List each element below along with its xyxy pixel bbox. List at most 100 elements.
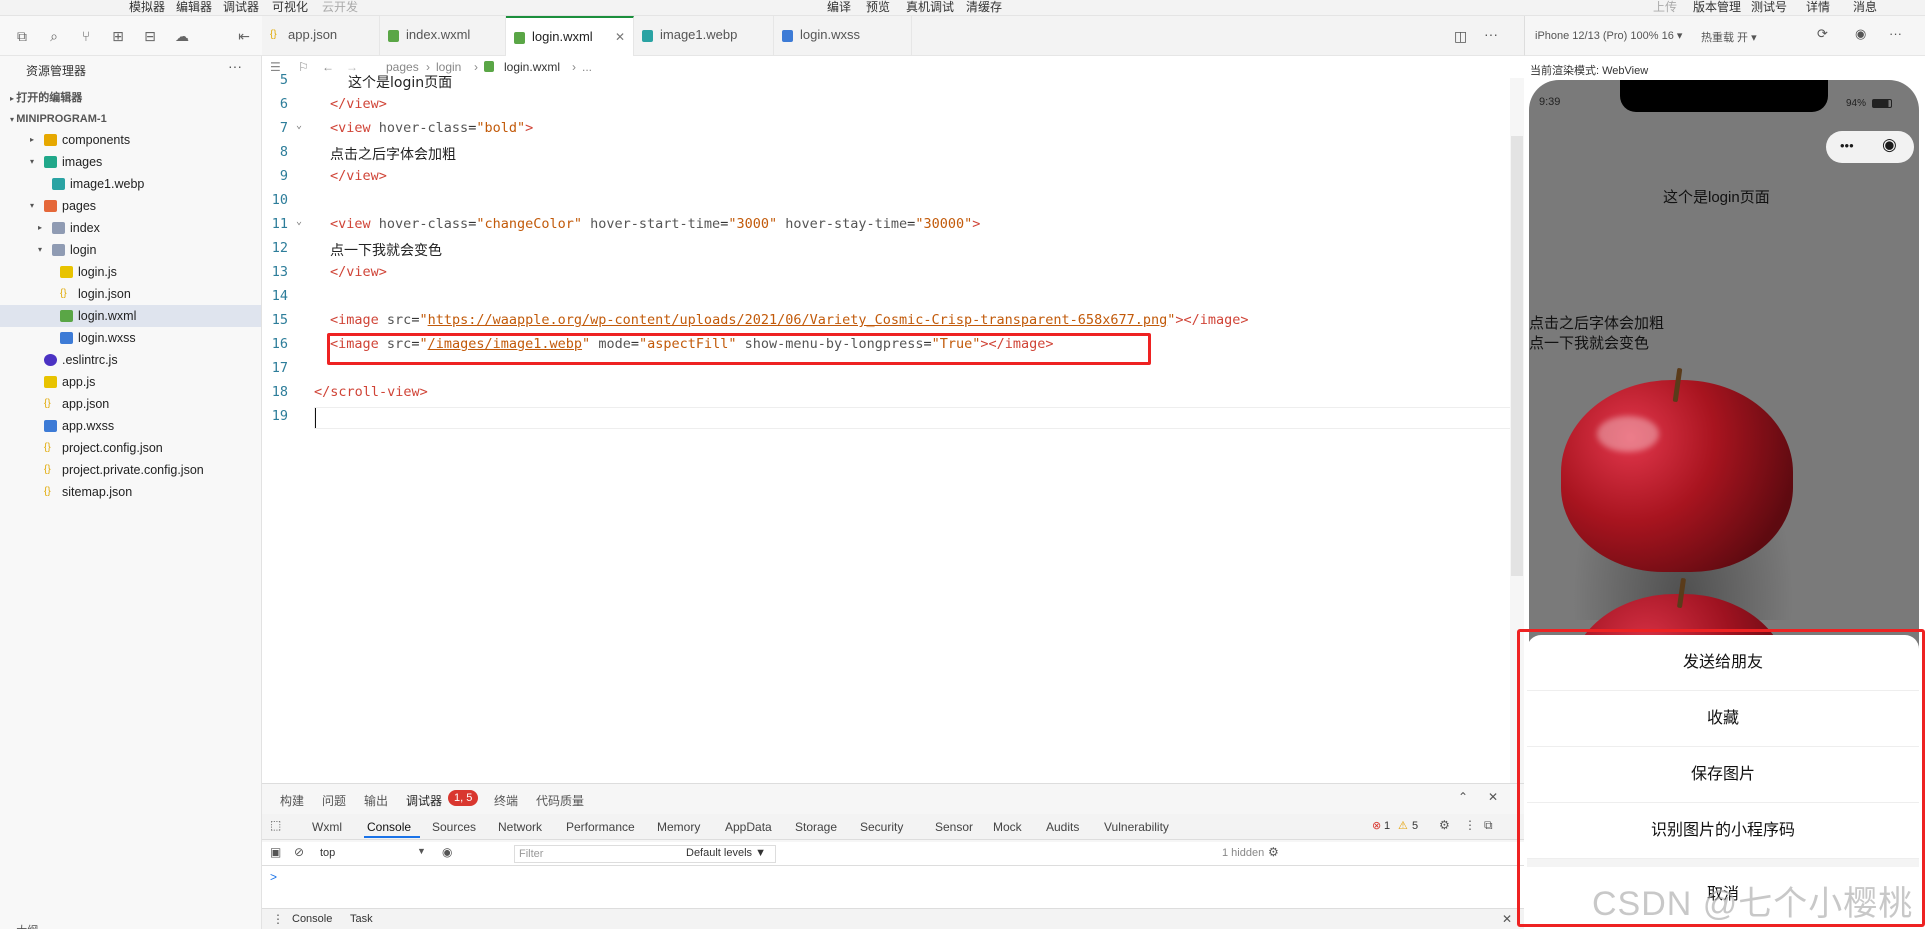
messages-button[interactable]: 消息 <box>1853 0 1877 14</box>
chevron-down-icon[interactable]: ▾ <box>30 195 34 217</box>
tab-index-wxml[interactable]: index.wxml <box>380 16 506 55</box>
bookmark-icon[interactable]: ⚐ <box>298 60 309 74</box>
tree-item-login-js[interactable]: login.js <box>0 261 261 283</box>
chevron-right-icon[interactable]: ▸ <box>38 217 42 239</box>
tab-build[interactable]: 构建 <box>280 792 304 809</box>
tab-appdata[interactable]: AppData <box>725 820 772 834</box>
gear-icon[interactable]: ⚙ <box>1439 818 1450 832</box>
tab-sensor[interactable]: Sensor <box>935 820 973 834</box>
crumb-file[interactable]: login.wxml <box>504 60 560 74</box>
split-editor-icon[interactable]: ◫ <box>1454 28 1467 45</box>
tree-item-components[interactable]: ▸ components <box>0 129 261 151</box>
back-icon[interactable]: ← <box>322 60 334 74</box>
refresh-icon[interactable]: ⟳ <box>1817 26 1828 42</box>
inspect-icon[interactable]: ⬚ <box>270 818 281 832</box>
close-icon[interactable]: ✕ <box>1502 912 1512 926</box>
extensions-icon[interactable]: ⊞ <box>110 28 126 44</box>
tab-security[interactable]: Security <box>860 820 903 834</box>
crumb-more[interactable]: ... <box>582 60 592 74</box>
tree-item-login-wxss[interactable]: login.wxss <box>0 327 261 349</box>
testid-button[interactable]: 测试号 <box>1751 0 1787 14</box>
collapse-icon[interactable]: ⇤ <box>236 28 252 44</box>
drawer-tab-task[interactable]: Task <box>350 913 373 925</box>
preview-button[interactable]: 预览 <box>866 0 890 14</box>
record-icon[interactable]: ◉ <box>1855 26 1866 42</box>
menu-cloud[interactable]: 云开发 <box>322 0 358 14</box>
open-editors-section[interactable]: ▸ 打开的编辑器 <box>10 89 82 105</box>
outline-section[interactable]: ▸ 大纲 <box>10 922 38 929</box>
close-icon[interactable]: ✕ <box>615 18 625 56</box>
tree-item-project-config-json[interactable]: {} project.config.json <box>0 437 261 459</box>
chevron-down-icon[interactable]: ▼ <box>417 846 426 856</box>
context-select[interactable]: top <box>320 847 335 859</box>
menu-editor[interactable]: 编辑器 <box>176 0 212 14</box>
tab-mock[interactable]: Mock <box>993 820 1022 834</box>
tab-wxml[interactable]: Wxml <box>312 820 342 834</box>
tab-network[interactable]: Network <box>498 820 542 834</box>
chevron-right-icon[interactable]: ▸ <box>30 129 34 151</box>
tree-item-images[interactable]: ▾ images <box>0 151 261 173</box>
tab-memory[interactable]: Memory <box>657 820 700 834</box>
tree-item--eslintrc-js[interactable]: .eslintrc.js <box>0 349 261 371</box>
tab-debugger[interactable]: 调试器 <box>406 792 442 809</box>
tab-login-wxml[interactable]: login.wxml ✕ <box>506 16 634 56</box>
tab-storage[interactable]: Storage <box>795 820 837 834</box>
tab-image1-webp[interactable]: image1.webp <box>634 16 774 55</box>
levels-dropdown[interactable]: Default levels ▼ <box>686 847 766 859</box>
fold-chevron-icon[interactable]: ⌄ <box>296 216 302 227</box>
compile-button[interactable]: 编译 <box>827 0 851 14</box>
more-actions-icon[interactable]: ··· <box>1484 26 1498 42</box>
details-button[interactable]: 详情 <box>1806 0 1830 14</box>
undock-icon[interactable]: ⧉ <box>1484 818 1493 833</box>
more-icon[interactable]: ··· <box>228 58 242 74</box>
color-change-text[interactable]: 点一下我就会变色 <box>1529 332 1649 353</box>
tree-item-sitemap-json[interactable]: {} sitemap.json <box>0 481 261 503</box>
tab-output[interactable]: 输出 <box>364 792 388 809</box>
upload-button[interactable]: 上传 <box>1653 0 1677 14</box>
tab-problems[interactable]: 问题 <box>322 792 346 809</box>
code-editor[interactable]: 5 6 7 8 9 10 11 12 13 14 15 16 17 18 19 … <box>262 72 1512 783</box>
version-button[interactable]: 版本管理 <box>1693 0 1741 14</box>
chevron-down-icon[interactable]: ▾ <box>30 151 34 173</box>
tab-audits[interactable]: Audits <box>1046 820 1079 834</box>
apple-image[interactable] <box>1561 380 1793 572</box>
tree-item-login-wxml[interactable]: login.wxml <box>0 305 261 327</box>
cloud-icon[interactable]: ☁ <box>174 28 190 44</box>
editor-scrollbar-thumb[interactable] <box>1511 136 1523 576</box>
tree-item-project-private-config-json[interactable]: {} project.private.config.json <box>0 459 261 481</box>
eye-icon[interactable]: ◉ <box>442 845 452 859</box>
menu-debugger[interactable]: 调试器 <box>223 0 259 14</box>
tab-login-wxss[interactable]: login.wxss <box>774 16 912 55</box>
bold-text[interactable]: 点击之后字体会加粗 <box>1529 312 1664 333</box>
fold-chevron-icon[interactable]: ⌄ <box>296 120 302 131</box>
chevron-down-icon[interactable]: ▾ <box>38 239 42 261</box>
tab-performance[interactable]: Performance <box>566 820 635 834</box>
tree-item-pages[interactable]: ▾ pages <box>0 195 261 217</box>
kebab-icon[interactable]: ⋮ <box>1464 818 1476 832</box>
tree-item-login-json[interactable]: {} login.json <box>0 283 261 305</box>
console-output[interactable]: > <box>262 866 1524 908</box>
more-dots-icon[interactable]: ••• <box>1840 138 1854 153</box>
tab-sources[interactable]: Sources <box>432 820 476 834</box>
capsule-menu[interactable]: ••• ◉ <box>1826 131 1914 163</box>
sidebar-toggle-icon[interactable]: ▣ <box>270 845 281 859</box>
storage-icon[interactable]: ⊟ <box>142 28 158 44</box>
search-icon[interactable]: ⌕ <box>46 28 62 44</box>
tree-item-app-json[interactable]: {} app.json <box>0 393 261 415</box>
hot-reload-toggle[interactable]: 热重载 开 ▾ <box>1701 29 1757 45</box>
tab-console[interactable]: Console <box>367 820 411 834</box>
menu-simulator[interactable]: 模拟器 <box>129 0 165 14</box>
drawer-menu-icon[interactable]: ⋮ <box>272 912 284 926</box>
files-icon[interactable]: ⧉ <box>14 28 30 44</box>
tree-item-image1-webp[interactable]: image1.webp <box>0 173 261 195</box>
tab-app-json[interactable]: {} app.json <box>262 16 380 55</box>
tab-terminal[interactable]: 终端 <box>494 792 518 809</box>
menu-visual[interactable]: 可视化 <box>272 0 308 14</box>
console-settings-icon[interactable]: ⚙ <box>1268 845 1279 859</box>
chevron-up-icon[interactable]: ⌃ <box>1458 790 1468 804</box>
close-miniprogram-icon[interactable]: ◉ <box>1882 135 1897 155</box>
source-control-icon[interactable]: ⑂ <box>78 28 94 44</box>
drawer-tab-console[interactable]: Console <box>292 913 332 925</box>
tree-item-app-js[interactable]: app.js <box>0 371 261 393</box>
more-icon[interactable]: ··· <box>1889 26 1902 41</box>
